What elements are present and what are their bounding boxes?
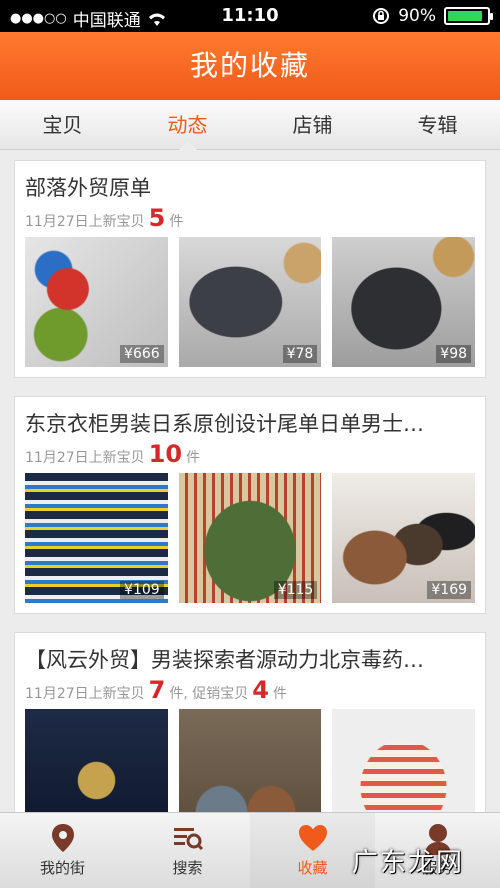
shop-name[interactable]: 【风云外贸】男装探索者源动力北京毒药… [25, 645, 475, 675]
active-tab-caret [178, 141, 197, 150]
count-unit: 件, 促销宝贝 [169, 686, 249, 702]
product-thumbnail[interactable]: ¥115 [178, 473, 322, 603]
watermark: 广东龙网 [351, 848, 464, 878]
product-thumbnail[interactable]: ¥666 [25, 237, 168, 367]
product-price: ¥169 [427, 581, 472, 599]
status-right: 90% [372, 6, 493, 26]
shop-update-card[interactable]: 部落外贸原单 11月27日上新宝贝 5 件 ¥666 ¥78 ¥98 [14, 160, 486, 378]
product-price: ¥666 [120, 345, 164, 363]
tab-label: 店铺 [292, 113, 333, 137]
segment-tabs: 宝贝 动态 店铺 专辑 [0, 100, 500, 150]
shop-name[interactable]: 东京衣柜男装日系原创设计尾单日单男士… [25, 409, 475, 439]
tab-items[interactable]: 宝贝 [0, 100, 125, 149]
tab-label: 专辑 [417, 113, 458, 137]
update-meta: 11月27日上新宝贝 5 件 [25, 203, 475, 233]
count-unit: 件 [169, 214, 184, 230]
search-list-icon [173, 828, 203, 851]
battery-fill [448, 11, 482, 21]
product-thumbnails: ¥666 ¥78 ¥98 [25, 237, 476, 367]
product-price: ¥78 [282, 345, 318, 363]
tab-shops[interactable]: 店铺 [250, 100, 375, 149]
new-item-count: 5 [148, 204, 166, 232]
promo-unit: 件 [272, 686, 287, 702]
battery-percent: 90% [398, 6, 436, 26]
tabbar-label: 搜索 [172, 859, 203, 877]
product-price: ¥109 [120, 581, 164, 599]
update-meta: 11月27日上新宝贝 7 件, 促销宝贝 4 件 [25, 675, 475, 705]
tab-updates[interactable]: 动态 [125, 100, 250, 150]
shop-name[interactable]: 部落外贸原单 [25, 173, 475, 203]
tabbar-label: 我的街 [39, 859, 85, 877]
new-item-count: 10 [148, 440, 183, 468]
update-date: 11月27日上新宝贝 [25, 450, 145, 466]
shop-update-card[interactable]: 东京衣柜男装日系原创设计尾单日单男士… 11月27日上新宝贝 10 件 ¥109… [14, 396, 486, 614]
promo-item-count: 4 [252, 676, 269, 704]
rotation-lock-icon [373, 8, 390, 24]
nav-header: 我的收藏 [0, 32, 500, 100]
shop-update-feed: 部落外贸原单 11月27日上新宝贝 5 件 ¥666 ¥78 ¥98 东京衣柜男… [14, 160, 486, 868]
product-thumbnail[interactable]: ¥78 [178, 237, 322, 367]
page-title: 我的收藏 [189, 49, 310, 82]
product-thumbnail[interactable]: ¥98 [332, 237, 476, 367]
tab-albums[interactable]: 专辑 [375, 100, 500, 149]
status-bar: ●●●○○ 中国联通 11:10 90% [0, 0, 500, 32]
update-meta: 11月27日上新宝贝 10 件 [25, 439, 475, 469]
product-thumbnails: ¥109 ¥115 ¥169 [25, 473, 476, 603]
update-date: 11月27日上新宝贝 [25, 686, 145, 702]
tabbar-item-search[interactable]: 搜索 [125, 813, 250, 888]
product-thumbnail[interactable]: ¥169 [332, 473, 476, 603]
product-price: ¥115 [273, 581, 318, 599]
new-item-count: 7 [148, 676, 166, 704]
product-thumbnail[interactable]: ¥109 [25, 473, 168, 603]
update-date: 11月27日上新宝贝 [25, 214, 145, 230]
tab-label: 宝贝 [42, 113, 83, 137]
tab-label: 动态 [167, 113, 208, 137]
count-unit: 件 [186, 450, 201, 466]
tabbar-item-my-street[interactable]: 我的街 [0, 813, 125, 888]
heart-icon [298, 825, 327, 851]
location-pin-icon [51, 824, 74, 852]
product-price: ¥98 [436, 345, 472, 363]
battery-icon [444, 7, 493, 25]
